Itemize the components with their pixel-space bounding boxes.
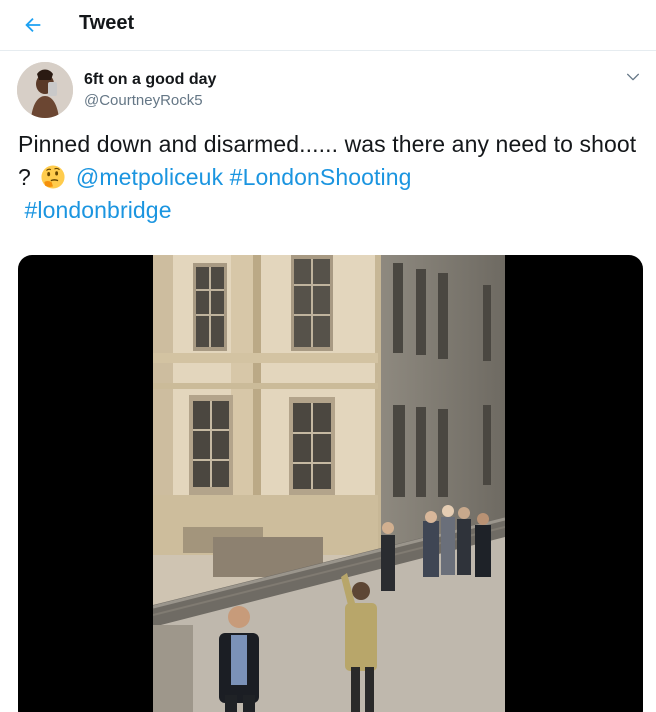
user-avatar [17,62,73,118]
tweet: 6ft on a good day @CourtneyRock5 Pinned … [0,52,656,712]
tweet-video[interactable] [18,255,643,712]
page-header: Tweet [0,0,656,51]
video-still [153,255,505,712]
mention-link[interactable]: @metpoliceuk [76,164,223,190]
hashtag-link-londonbridge[interactable]: #londonbridge [25,197,172,223]
display-name[interactable]: 6ft on a good day [84,69,216,90]
more-options-button[interactable] [620,64,646,90]
hashtag-link-londonshooting[interactable]: #LondonShooting [230,164,412,190]
back-button[interactable] [14,8,52,42]
username[interactable]: @CourtneyRock5 [84,91,216,111]
arrow-left-icon [25,17,41,33]
avatar[interactable] [17,62,73,118]
thinking-face-emoji [41,165,65,189]
user-block[interactable]: 6ft on a good day @CourtneyRock5 [84,69,216,111]
chevron-down-icon [627,73,639,81]
page-title: Tweet [79,12,135,34]
tweet-text: Pinned down and disarmed...... was there… [18,128,643,227]
